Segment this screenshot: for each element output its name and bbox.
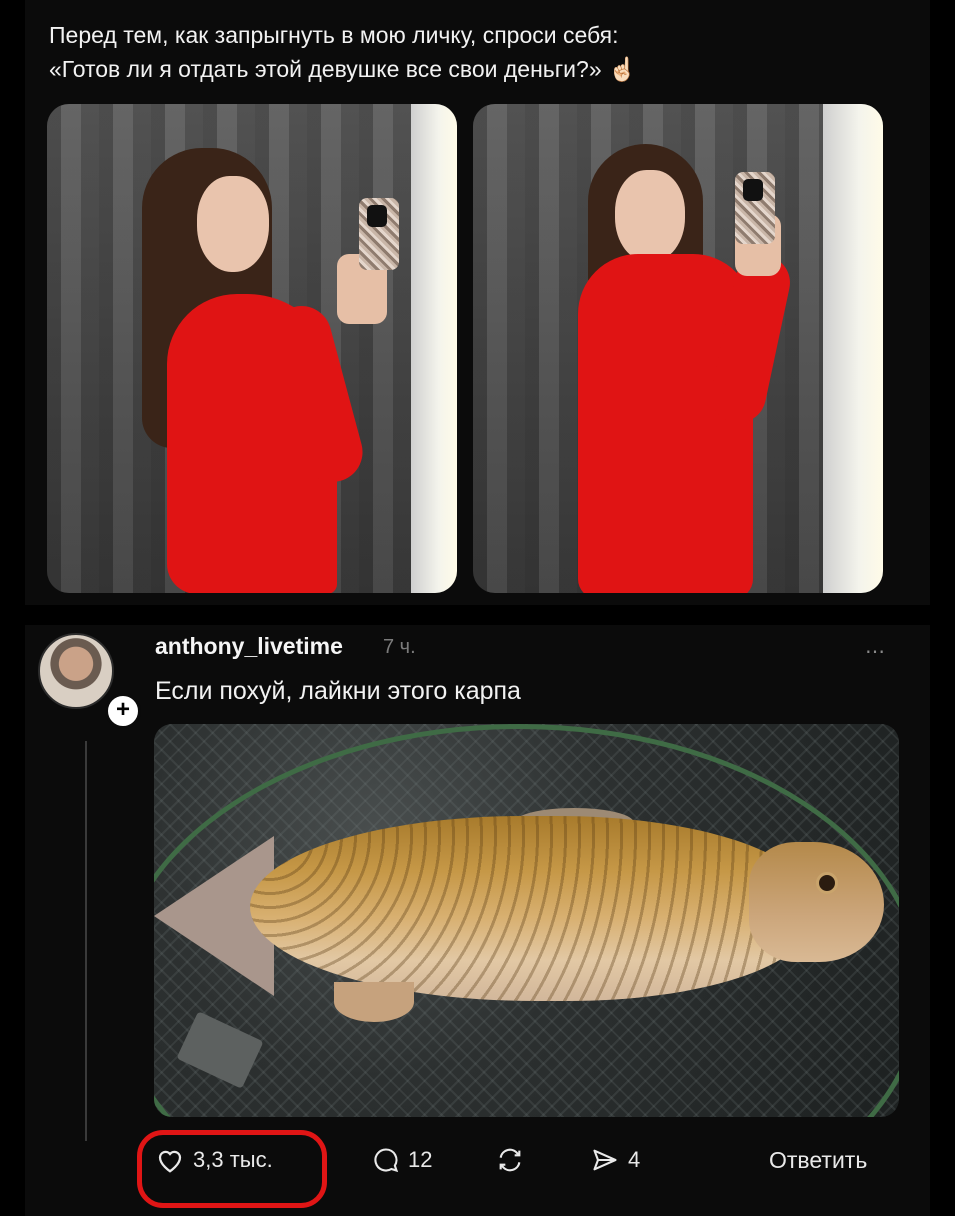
comment-count: 12 — [408, 1147, 433, 1172]
action-bar: 3,3 тыс. 12 4 Ответить — [25, 1130, 930, 1208]
avatar[interactable] — [38, 633, 114, 709]
phone — [359, 198, 399, 270]
share-count: 4 — [628, 1147, 641, 1172]
fish-head — [749, 842, 884, 962]
face — [197, 176, 269, 272]
red-dress — [578, 254, 753, 593]
like-button[interactable]: 3,3 тыс. — [155, 1146, 273, 1174]
username[interactable]: anthony_livetime — [155, 633, 343, 660]
share-button[interactable]: 4 — [590, 1146, 640, 1174]
more-options-icon[interactable]: ⋯ — [865, 639, 886, 664]
carp-fish — [250, 816, 810, 1001]
fish-eye — [816, 872, 838, 894]
post-caption: Перед тем, как запрыгнуть в мою личку, с… — [49, 18, 899, 86]
timestamp: 7 ч. — [383, 636, 416, 658]
like-count: 3,3 тыс. — [193, 1147, 273, 1172]
comment-post: + anthony_livetime 7 ч. ⋯ Если похуй, ла… — [25, 625, 930, 1216]
photo-right[interactable] — [473, 104, 883, 593]
repost-button[interactable] — [495, 1146, 525, 1174]
send-icon — [590, 1146, 620, 1174]
comment-bubble-icon — [372, 1146, 400, 1174]
caption-line-1: Перед тем, как запрыгнуть в мою личку, с… — [49, 22, 619, 48]
window-light — [823, 104, 883, 593]
top-post: Перед тем, как запрыгнуть в мою личку, с… — [25, 0, 930, 605]
comment-text: Если похуй, лайкни этого карпа — [155, 677, 521, 705]
fish-fin — [334, 982, 414, 1022]
photo-left[interactable] — [47, 104, 457, 593]
follow-plus-icon[interactable]: + — [105, 693, 141, 729]
caption-line-2: «Готов ли я отдать этой девушке все свои… — [49, 56, 637, 82]
comment-button[interactable]: 12 — [372, 1146, 432, 1174]
carp-photo[interactable] — [154, 724, 899, 1117]
heart-icon — [155, 1146, 185, 1174]
reply-button[interactable]: Ответить — [769, 1147, 867, 1174]
repost-icon — [495, 1146, 525, 1174]
thread-line — [85, 741, 87, 1141]
phone — [735, 172, 775, 244]
window-light — [411, 104, 457, 593]
face — [615, 170, 685, 262]
